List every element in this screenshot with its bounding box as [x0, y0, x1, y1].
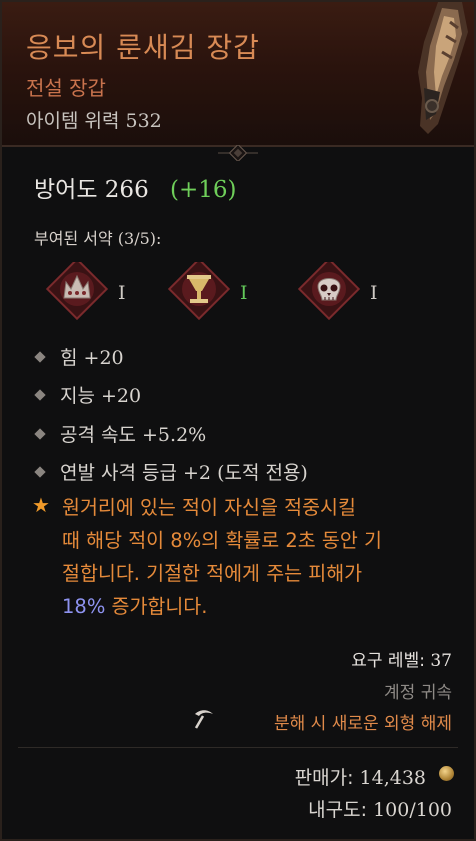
affix-attack-speed: 공격 속도 +5.2%: [34, 420, 207, 447]
seals-title-label: 부여된 서약: [34, 229, 113, 248]
seal-slot: I: [168, 262, 248, 320]
affix-value: +5.2%: [142, 424, 207, 446]
legendary-line: 때 해당 적이 8%의 확률로 2초 동안 기: [62, 529, 382, 552]
armor-stat: 방어도 266 (+16): [34, 170, 237, 204]
affix-name: 지능: [60, 385, 95, 407]
seals-count: (3/5):: [117, 229, 162, 248]
required-level: 요구 레벨: 37: [351, 646, 452, 671]
seal-slot: I: [46, 262, 126, 320]
durability-label: 내구도:: [308, 799, 368, 821]
sell-price-value: 14,438: [359, 767, 426, 789]
seals-title: 부여된 서약 (3/5):: [34, 225, 161, 249]
legendary-highlight-value: 18%: [62, 595, 106, 618]
affix-value: +20: [83, 347, 124, 369]
durability: 내구도: 100/100: [308, 795, 452, 822]
affix-strength: 힘 +20: [34, 343, 124, 370]
diamond-bullet-icon: [34, 466, 46, 478]
seal-slot: I: [298, 262, 378, 320]
affix-value: +20: [101, 385, 142, 407]
legendary-line: 원거리에 있는 적이 자신을 적중시킬: [62, 496, 356, 519]
legendary-line-rest: 증가합니다.: [111, 595, 208, 618]
account-bound: 계정 귀속: [384, 683, 452, 703]
affix-name: 공격 속도: [60, 424, 136, 446]
durability-value: 100/100: [373, 799, 452, 821]
item-power: 아이템 위력 532: [26, 106, 162, 133]
required-level-value: 37: [430, 651, 452, 671]
salvage-note: 분해 시 새로운 외형 해제: [273, 714, 452, 734]
pickaxe-icon: [194, 710, 213, 729]
sell-price: 판매가: 14,438: [295, 763, 426, 790]
diamond-bullet-icon: [34, 389, 46, 401]
diamond-bullet-icon: [34, 351, 46, 363]
item-type: 전설 장갑: [26, 76, 106, 100]
item-tooltip: 응보의 룬새김 장갑 전설 장갑 아이템 위력 532 방어도 266 (+16…: [0, 0, 476, 841]
crown-seal-icon: [46, 262, 108, 320]
item-power-value: 532: [125, 110, 162, 132]
affix-skill-rank: 연발 사격 등급 +2 (도적 전용): [34, 458, 308, 485]
divider-ornament: [218, 145, 258, 161]
armor-value: 266: [104, 177, 149, 203]
affix-value: +2 (도적 전용): [183, 462, 308, 484]
affix-name: 연발 사격 등급: [60, 462, 177, 484]
sell-price-label: 판매가:: [294, 767, 354, 789]
skull-seal-icon: [298, 262, 360, 320]
seal-rank: I: [240, 282, 248, 304]
item-power-label: 아이템 위력: [26, 110, 120, 132]
gold-coin-icon: [439, 766, 454, 781]
goblet-seal-icon: [168, 262, 230, 320]
star-icon: ★: [32, 493, 50, 517]
legendary-line: 절합니다. 기절한 적에게 주는 피해가: [62, 562, 363, 585]
affix-name: 힘: [60, 347, 78, 369]
footer-divider: [18, 747, 458, 748]
affix-intelligence: 지능 +20: [34, 381, 142, 408]
item-name: 응보의 룬새김 장갑: [26, 31, 260, 64]
diamond-bullet-icon: [34, 428, 46, 440]
required-level-label: 요구 레벨:: [351, 651, 425, 671]
seal-rank: I: [370, 282, 378, 304]
legendary-line: 18% 증가합니다.: [62, 590, 207, 619]
armor-label: 방어도: [34, 177, 98, 203]
armor-bonus: (+16): [170, 177, 237, 203]
gauntlet-item-icon: [418, 2, 468, 134]
seal-rank: I: [118, 282, 126, 304]
